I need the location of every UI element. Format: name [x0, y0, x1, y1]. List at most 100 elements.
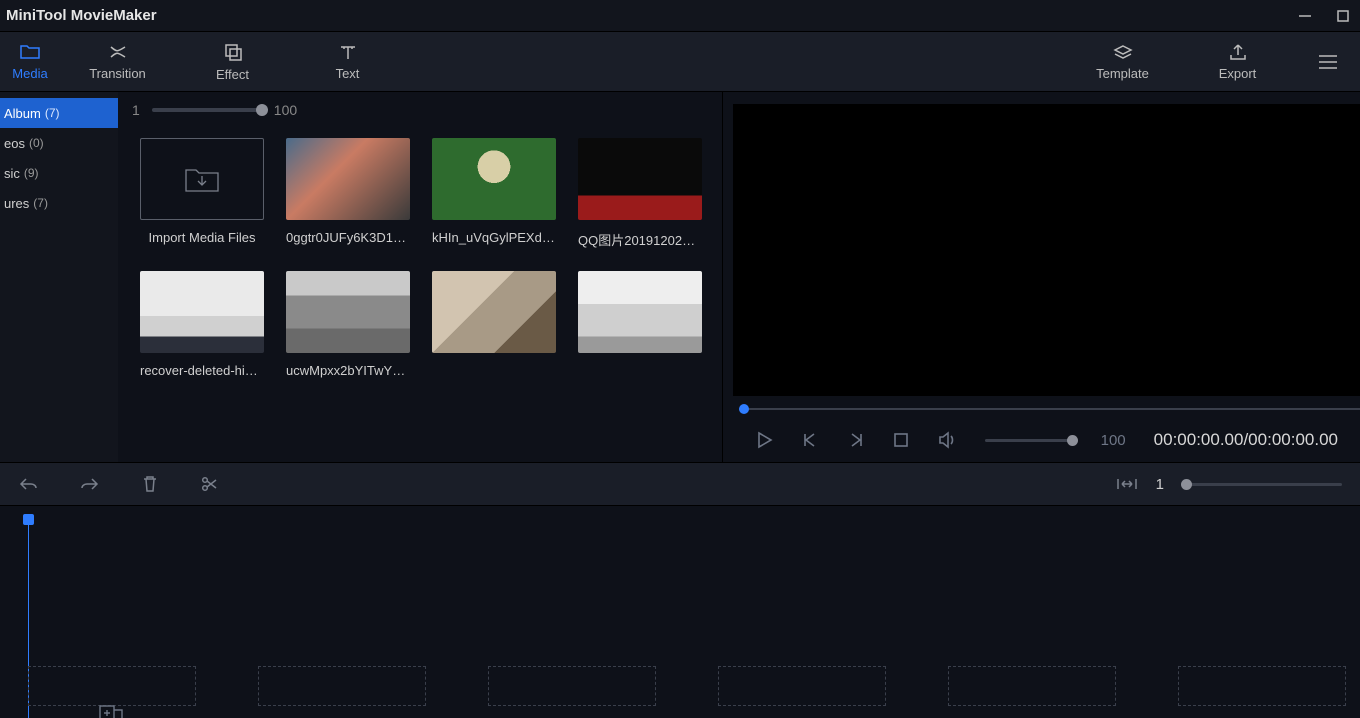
media-item-label — [432, 363, 556, 378]
timeline-slot[interactable] — [488, 666, 656, 706]
preview-screen — [733, 104, 1360, 396]
tab-effect[interactable]: Effect — [175, 32, 290, 91]
timeline-slot[interactable] — [948, 666, 1116, 706]
export-label: Export — [1219, 66, 1257, 81]
import-media-button[interactable]: Import Media Files — [140, 138, 264, 249]
transition-icon — [107, 43, 129, 61]
import-folder-icon — [182, 162, 222, 196]
app-title: MiniTool MovieMaker — [6, 7, 157, 24]
timeline-slot[interactable] — [28, 666, 196, 706]
sidebar-item-count: (7) — [33, 196, 48, 210]
template-button[interactable]: Template — [1065, 32, 1180, 91]
stop-button[interactable] — [893, 432, 909, 448]
export-icon — [1228, 43, 1248, 61]
sidebar-item-label: sic — [4, 166, 20, 181]
tab-media-label: Media — [12, 66, 47, 81]
media-item-label — [578, 363, 702, 378]
timeline-slot[interactable] — [258, 666, 426, 706]
next-frame-button[interactable] — [847, 431, 865, 449]
timeline-slot[interactable] — [718, 666, 886, 706]
timeline-zoom-slider[interactable] — [1182, 483, 1342, 486]
media-item[interactable]: QQ图片20191202215506 — [578, 138, 702, 249]
sidebar-item-count: (0) — [29, 136, 44, 150]
mute-button[interactable] — [937, 431, 957, 449]
prev-frame-icon — [801, 431, 819, 449]
timeline-slot[interactable] — [1178, 666, 1346, 706]
media-thumb — [140, 271, 264, 353]
media-item-label: recover-deleted-histor... — [140, 363, 264, 378]
media-gallery-pane: 1 100 Import Media Files 0ggtr0JUFy6K3D1… — [118, 92, 723, 462]
delete-button[interactable] — [142, 475, 158, 493]
media-sidebar: Album (7) eos (0) sic (9) ures (7) — [0, 92, 118, 462]
trash-icon — [142, 475, 158, 493]
split-button[interactable] — [200, 475, 218, 493]
thumb-zoom-max: 100 — [274, 102, 297, 118]
fit-timeline-button[interactable] — [1116, 477, 1138, 491]
tab-effect-label: Effect — [216, 67, 249, 82]
tab-transition[interactable]: Transition — [60, 32, 175, 91]
sidebar-item-music[interactable]: sic (9) — [0, 158, 118, 188]
gallery-header: 1 100 — [118, 92, 722, 128]
preview-seek-bar[interactable] — [733, 400, 1360, 418]
redo-icon — [80, 476, 100, 492]
media-thumb — [578, 138, 702, 220]
tab-text-label: Text — [336, 66, 360, 81]
media-gallery[interactable]: Import Media Files 0ggtr0JUFy6K3D1r_9aS.… — [118, 128, 722, 462]
media-thumb — [432, 271, 556, 353]
sidebar-item-album[interactable]: Album (7) — [0, 98, 118, 128]
volume-slider[interactable] — [985, 439, 1073, 442]
media-item-label: 0ggtr0JUFy6K3D1r_9aS... — [286, 230, 410, 245]
media-item[interactable] — [578, 271, 702, 378]
timeline-zoom-value: 1 — [1156, 476, 1164, 493]
redo-button[interactable] — [80, 476, 100, 492]
timeline-toolbar: 1 — [0, 462, 1360, 506]
speaker-icon — [937, 431, 957, 449]
play-button[interactable] — [755, 431, 773, 449]
maximize-button[interactable] — [1336, 9, 1350, 23]
tab-media[interactable]: Media — [0, 32, 60, 91]
preview-pane: 100 00:00:00.00/00:00:00.00 — [723, 92, 1360, 462]
sidebar-item-pictures[interactable]: ures (7) — [0, 188, 118, 218]
media-item[interactable]: 0ggtr0JUFy6K3D1r_9aS... — [286, 138, 410, 249]
media-item[interactable]: ucwMpxx2bYITwY7rZ... — [286, 271, 410, 378]
effect-icon — [223, 42, 243, 62]
timeline[interactable] — [0, 506, 1360, 718]
media-thumb — [286, 138, 410, 220]
sidebar-item-label: Album — [4, 106, 41, 121]
media-thumb — [432, 138, 556, 220]
import-label: Import Media Files — [140, 230, 264, 245]
prev-frame-button[interactable] — [801, 431, 819, 449]
media-item-label: QQ图片20191202215506 — [578, 230, 702, 249]
undo-icon — [18, 476, 38, 492]
media-item-label: kHIn_uVqGylPEXd6D... — [432, 230, 556, 245]
sidebar-item-count: (7) — [45, 106, 60, 120]
media-thumb — [578, 271, 702, 353]
media-item[interactable]: recover-deleted-histor... — [140, 271, 264, 378]
window-controls — [1298, 9, 1350, 23]
sidebar-item-label: ures — [4, 196, 29, 211]
play-icon — [755, 431, 773, 449]
media-thumb — [286, 271, 410, 353]
volume-value: 100 — [1101, 432, 1126, 449]
media-item-label: ucwMpxx2bYITwY7rZ... — [286, 363, 410, 378]
undo-button[interactable] — [18, 476, 38, 492]
stop-icon — [893, 432, 909, 448]
media-item[interactable]: kHIn_uVqGylPEXd6D... — [432, 138, 556, 249]
tab-text[interactable]: Text — [290, 32, 405, 91]
export-button[interactable]: Export — [1180, 32, 1295, 91]
main-toolbar: Media Transition Effect Text Template Ex… — [0, 32, 1360, 92]
sidebar-item-count: (9) — [24, 166, 39, 180]
tab-transition-label: Transition — [89, 66, 146, 81]
thumb-zoom-slider[interactable] — [152, 108, 262, 112]
hamburger-icon — [1317, 54, 1339, 70]
folder-icon — [19, 43, 41, 61]
preview-controls: 100 00:00:00.00/00:00:00.00 — [733, 418, 1360, 462]
text-icon — [338, 43, 358, 61]
sidebar-item-videos[interactable]: eos (0) — [0, 128, 118, 158]
minimize-button[interactable] — [1298, 9, 1312, 23]
media-item[interactable] — [432, 271, 556, 378]
thumb-zoom-min: 1 — [132, 102, 140, 118]
main-area: Album (7) eos (0) sic (9) ures (7) 1 100 — [0, 92, 1360, 462]
preview-timecode: 00:00:00.00/00:00:00.00 — [1154, 430, 1338, 450]
menu-button[interactable] — [1295, 32, 1360, 91]
